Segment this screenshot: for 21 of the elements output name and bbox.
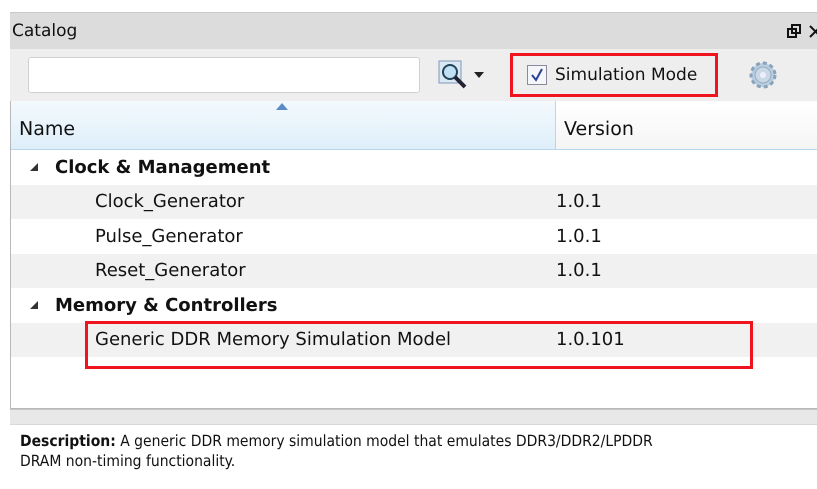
tree-item-name[interactable]: Pulse_Generator: [11, 226, 556, 247]
version-cell: 1.0.1: [556, 260, 602, 282]
version-cell: 1.0.1: [556, 191, 602, 212]
restore-icon[interactable]: [787, 24, 801, 38]
search-button[interactable]: [438, 60, 484, 90]
column-header[interactable]: Version: [556, 101, 817, 149]
version-cell: 1.0.101: [556, 329, 625, 350]
caret-icon[interactable]: [474, 72, 484, 78]
sort-icon: [276, 103, 288, 110]
version-cell: 1.0.1: [556, 226, 602, 247]
close-icon[interactable]: [809, 24, 817, 38]
tree-item-name[interactable]: Clock_Generator: [11, 191, 556, 212]
tree-item-name[interactable]: Reset_Generator: [11, 260, 556, 282]
tree-item-name[interactable]: Generic DDR Memory Simulation Model: [11, 329, 556, 350]
tree-group-label[interactable]: Clock & Management: [55, 156, 270, 178]
panel-title: Catalog: [12, 21, 78, 41]
simulation-mode-checkbox[interactable]: Simulation Mode: [510, 53, 718, 97]
description-text: Description: A generic DDR memory simulation model that emulates DDR3/DDR2/LPDDR DRAM non-timing functionality.: [19, 431, 654, 472]
search-field[interactable]: [28, 57, 420, 93]
tree-group-label[interactable]: Memory & Controllers: [55, 294, 278, 316]
checkbox[interactable]: [527, 65, 547, 85]
